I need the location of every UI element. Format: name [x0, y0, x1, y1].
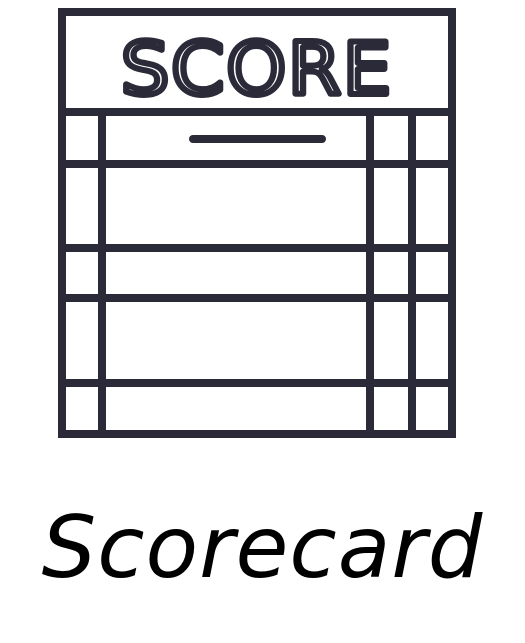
caption-label: Scorecard [41, 498, 484, 598]
score-header-text: SCORE [121, 27, 393, 111]
scorecard-icon: SCORE [58, 8, 456, 438]
